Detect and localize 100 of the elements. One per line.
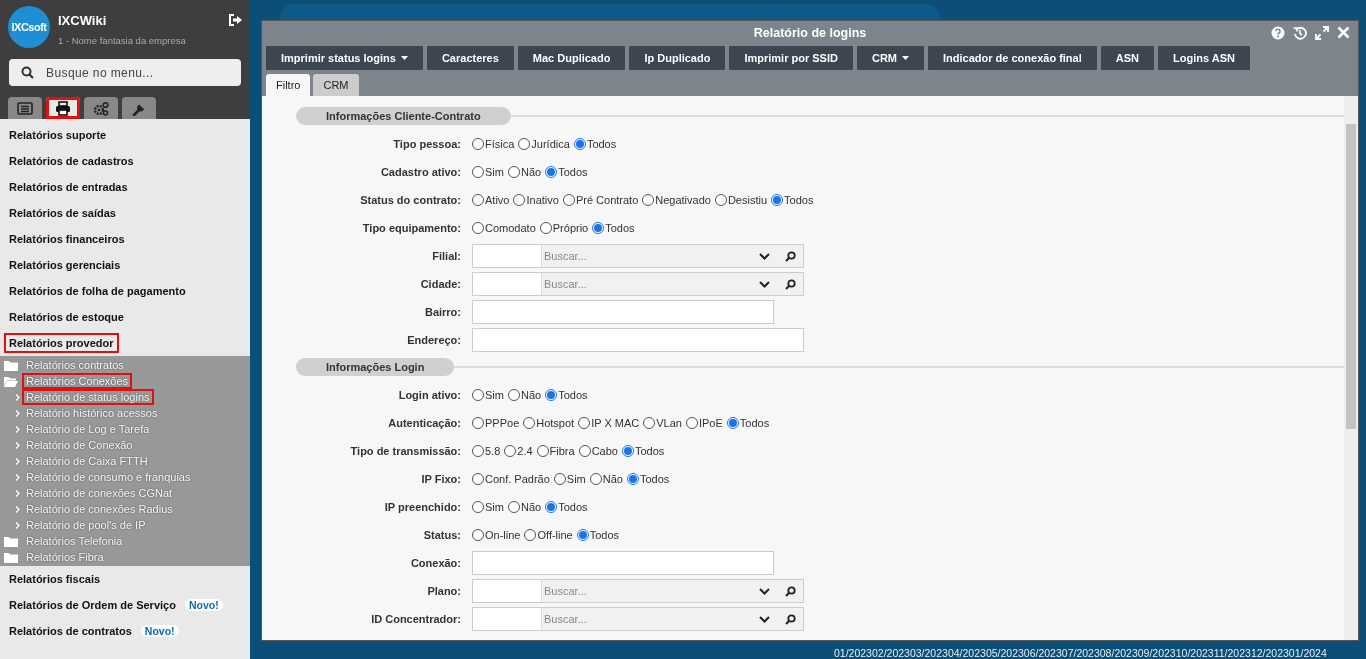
radio-option[interactable]: Desistiu xyxy=(714,194,768,206)
radio-option[interactable]: Pré Contrato xyxy=(562,194,639,206)
radio-option[interactable]: Todos xyxy=(726,417,770,429)
history-icon[interactable] xyxy=(1293,26,1307,40)
radio-option[interactable]: Negativado xyxy=(642,194,711,206)
radio-button[interactable] xyxy=(771,194,784,206)
window-tab[interactable]: CRM xyxy=(313,74,359,96)
radio-button[interactable] xyxy=(472,194,484,206)
menu-item[interactable]: Relatórios gerenciais xyxy=(6,257,124,273)
radio-option[interactable]: Sim xyxy=(472,501,504,513)
radio-button[interactable] xyxy=(589,473,602,485)
radio-button[interactable] xyxy=(685,417,698,429)
toolbar-button[interactable]: ASN xyxy=(1100,46,1154,70)
radio-button[interactable] xyxy=(573,138,586,150)
radio-button[interactable] xyxy=(726,417,739,429)
radio-button[interactable] xyxy=(472,529,484,541)
menu-item[interactable]: Relatórios de Ordem de Serviço xyxy=(6,597,179,613)
menu-item[interactable]: Relatórios provedor xyxy=(6,335,117,351)
toolbar-button[interactable]: Logins ASN xyxy=(1158,46,1250,70)
expand-icon[interactable] xyxy=(1315,26,1329,40)
radio-button[interactable] xyxy=(472,445,484,457)
text-field[interactable] xyxy=(472,551,774,575)
menu-item[interactable]: Relatórios de saídas xyxy=(6,205,119,221)
menu-item[interactable]: Relatórios financeiros xyxy=(6,231,128,247)
radio-option[interactable]: Não xyxy=(507,389,542,401)
radio-button[interactable] xyxy=(626,473,639,485)
radio-button[interactable] xyxy=(545,389,558,401)
radio-button[interactable] xyxy=(643,417,656,429)
scrollbar[interactable] xyxy=(1344,96,1358,640)
radio-option[interactable]: Não xyxy=(507,166,542,178)
radio-option[interactable]: Conf. Padrão xyxy=(472,473,550,485)
toolbar-button[interactable]: Ip Duplicado xyxy=(629,46,726,70)
toolbar-button[interactable]: CRM xyxy=(856,46,924,70)
radio-button[interactable] xyxy=(472,389,484,401)
radio-button[interactable] xyxy=(472,473,484,485)
menu-item[interactable]: Relatórios de folha de pagamento xyxy=(6,283,189,299)
radio-button[interactable] xyxy=(504,445,517,457)
radio-button[interactable] xyxy=(553,473,566,485)
menu-tab[interactable] xyxy=(46,97,80,119)
menu-item[interactable]: Relatórios suporte xyxy=(6,127,110,143)
window-tab[interactable]: Filtro xyxy=(266,74,311,96)
radio-button[interactable] xyxy=(621,445,634,457)
radio-button[interactable] xyxy=(578,417,591,429)
radio-option[interactable]: PPPoe xyxy=(472,417,520,429)
help-icon[interactable] xyxy=(1271,26,1285,40)
radio-button[interactable] xyxy=(592,222,605,234)
radio-option[interactable]: Todos xyxy=(626,473,670,485)
radio-button[interactable] xyxy=(472,138,484,150)
radio-option[interactable]: Inativo xyxy=(513,194,559,206)
radio-option[interactable]: 5.8 xyxy=(472,445,501,457)
radio-option[interactable]: Sim xyxy=(472,389,504,401)
search-field[interactable]: Busque no menu... xyxy=(9,59,241,86)
radio-button[interactable] xyxy=(513,194,526,206)
radio-option[interactable]: Não xyxy=(589,473,623,485)
radio-option[interactable]: Próprio xyxy=(539,222,589,234)
radio-option[interactable]: Hotspot xyxy=(523,417,575,429)
radio-option[interactable]: Ativo xyxy=(472,194,510,206)
toolbar-button[interactable]: Imprimir por SSID xyxy=(729,46,853,70)
menu-item[interactable]: Relatórios de estoque xyxy=(6,309,127,325)
radio-button[interactable] xyxy=(507,166,520,178)
radio-button[interactable] xyxy=(472,501,484,513)
toolbar-button[interactable]: Caracteres xyxy=(426,46,514,70)
radio-button[interactable] xyxy=(576,529,589,541)
radio-option[interactable]: Todos xyxy=(573,138,617,150)
radio-option[interactable]: Off-line xyxy=(524,529,573,541)
radio-button[interactable] xyxy=(472,222,484,234)
radio-option[interactable]: Jurídica xyxy=(518,138,570,150)
radio-option[interactable]: VLan xyxy=(643,417,682,429)
menu-item[interactable]: Relatórios de contratos xyxy=(6,623,135,639)
radio-option[interactable]: On-line xyxy=(472,529,521,541)
radio-option[interactable]: 2.4 xyxy=(504,445,533,457)
radio-option[interactable]: IPoE xyxy=(685,417,723,429)
text-field[interactable] xyxy=(472,300,774,324)
radio-option[interactable]: Sim xyxy=(472,166,504,178)
radio-option[interactable]: Sim xyxy=(553,473,586,485)
radio-option[interactable]: Todos xyxy=(545,166,588,178)
radio-button[interactable] xyxy=(524,529,537,541)
radio-option[interactable]: Fibra xyxy=(536,445,575,457)
radio-option[interactable]: Todos xyxy=(592,222,635,234)
toolbar-button[interactable]: Indicador de conexão final xyxy=(928,46,1097,70)
menu-item[interactable]: Relatórios de entradas xyxy=(6,179,131,195)
radio-option[interactable]: Comodato xyxy=(472,222,536,234)
radio-option[interactable]: Todos xyxy=(545,501,588,513)
radio-button[interactable] xyxy=(472,417,484,429)
radio-button[interactable] xyxy=(714,194,727,206)
radio-option[interactable]: Cabo xyxy=(578,445,618,457)
radio-button[interactable] xyxy=(539,222,552,234)
radio-button[interactable] xyxy=(545,166,558,178)
radio-option[interactable]: IP X MAC xyxy=(578,417,640,429)
radio-option[interactable]: Física xyxy=(472,138,515,150)
radio-button[interactable] xyxy=(642,194,655,206)
radio-option[interactable]: Todos xyxy=(771,194,814,206)
radio-button[interactable] xyxy=(536,445,549,457)
menu-item[interactable]: Relatórios fiscais xyxy=(6,571,104,587)
radio-option[interactable]: Todos xyxy=(576,529,620,541)
radio-button[interactable] xyxy=(507,389,520,401)
radio-button[interactable] xyxy=(518,138,531,150)
toolbar-button[interactable]: Mac Duplicado xyxy=(517,46,626,70)
radio-button[interactable] xyxy=(578,445,591,457)
radio-button[interactable] xyxy=(562,194,575,206)
